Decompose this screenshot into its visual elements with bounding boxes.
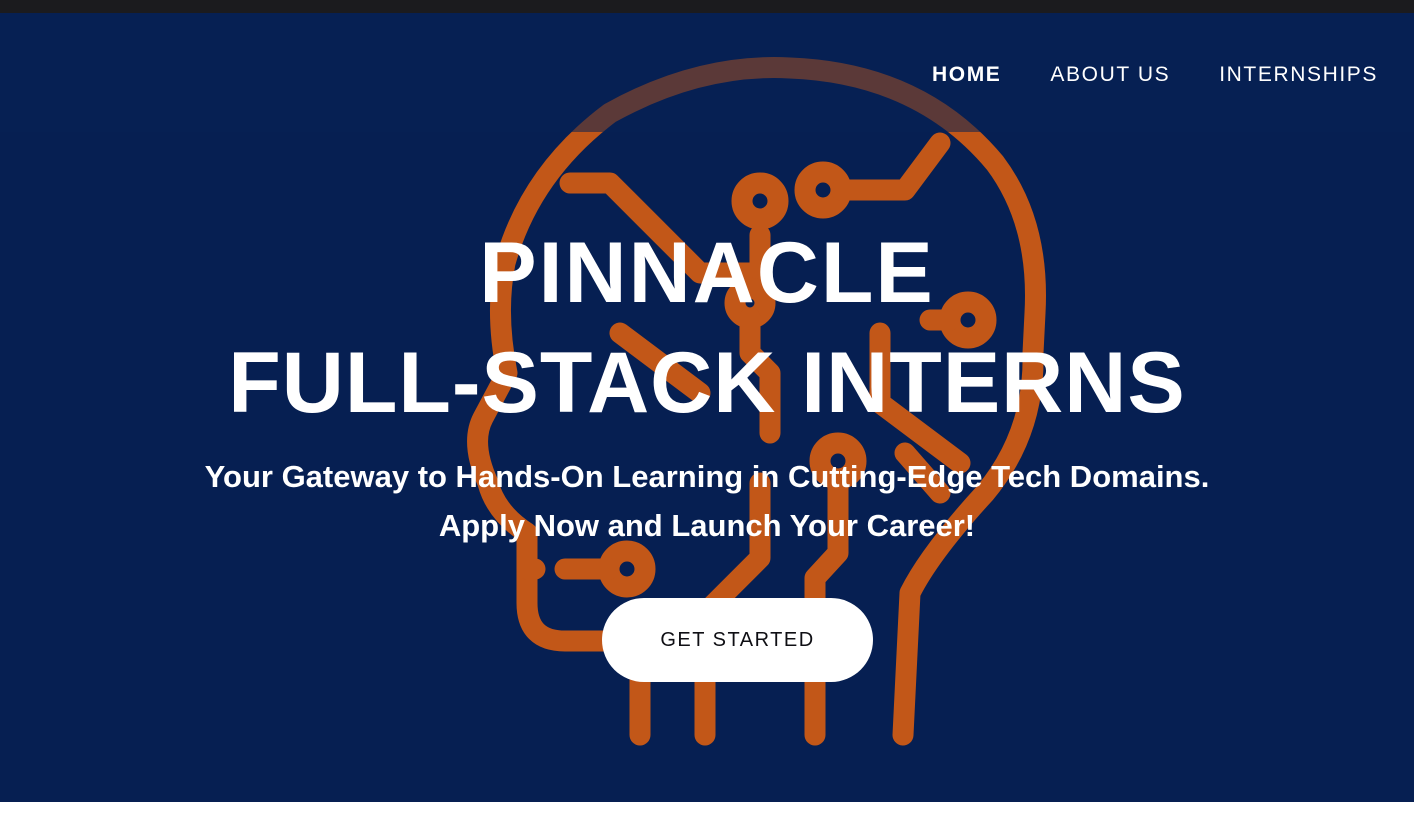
nav-home-link[interactable]: HOME [932, 63, 1001, 87]
hero-title-line-2: FULL-STACK INTERNS [228, 335, 1186, 431]
hero-subtitle: Your Gateway to Hands-On Learning in Cut… [0, 452, 1414, 550]
hero-subtitle-line-1: Your Gateway to Hands-On Learning in Cut… [204, 459, 1210, 494]
main-nav: HOME ABOUT US INTERNSHIPS [932, 63, 1378, 87]
hero-title-line-1: PINNACLE [479, 225, 935, 321]
get-started-button[interactable]: GET STARTED [602, 598, 873, 682]
nav-bar: HOME ABOUT US INTERNSHIPS [0, 13, 1414, 132]
nav-internships-link[interactable]: INTERNSHIPS [1219, 63, 1378, 87]
nav-about-us-link[interactable]: ABOUT US [1050, 63, 1170, 87]
browser-top-bar [0, 0, 1414, 13]
hero-subtitle-line-2: Apply Now and Launch Your Career! [438, 508, 976, 543]
hero-section: HOME ABOUT US INTERNSHIPS PINNACLE FULL-… [0, 13, 1414, 802]
